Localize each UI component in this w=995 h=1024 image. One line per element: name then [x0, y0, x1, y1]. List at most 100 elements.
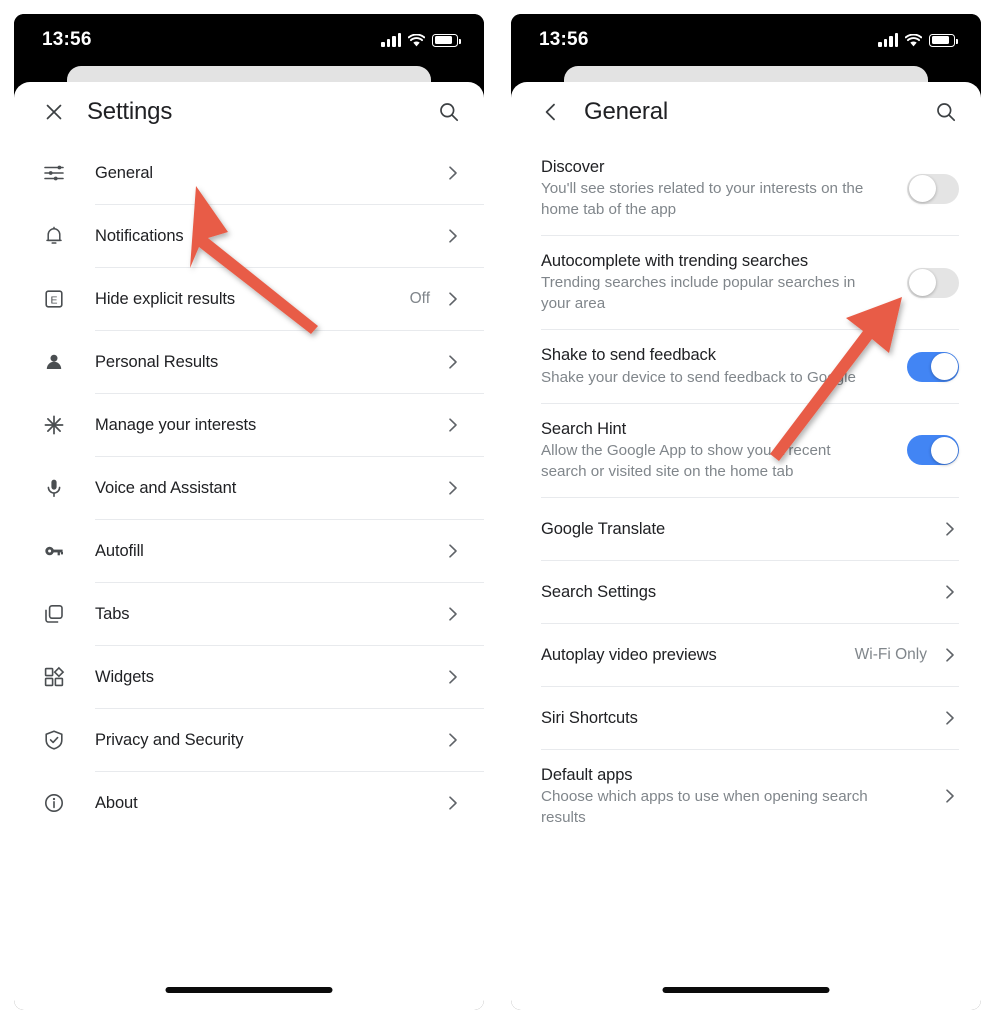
settings-row-value: Off [409, 290, 430, 307]
asterisk-icon [41, 412, 67, 438]
general-row-subtitle: Allow the Google App to show you a recen… [541, 441, 831, 480]
general-row-text: Siri Shortcuts [541, 707, 927, 729]
bell-icon [41, 223, 67, 249]
general-row-text: Shake to send feedback Shake your device… [541, 344, 907, 388]
battery-icon [929, 33, 958, 47]
general-row-title: Autocomplete with trending searches [541, 252, 809, 271]
chevron-right-icon [444, 605, 462, 623]
general-row-search-settings[interactable]: Search Settings [511, 561, 981, 623]
chevron-right-icon [941, 787, 959, 805]
settings-row-label: Personal Results [95, 352, 219, 371]
toggle-knob [908, 175, 936, 203]
status-bar-left: 13:56 [14, 14, 484, 66]
general-row-text: Autocomplete with trending searches Tren… [541, 250, 907, 315]
home-indicator [662, 987, 830, 993]
general-row-shake-to-send-feedback[interactable]: Shake to send feedback Shake your device… [511, 330, 981, 402]
chevron-right-icon [444, 290, 462, 308]
shield-check-icon [41, 727, 67, 753]
phone-left: 13:56 Settings General Notifications E H… [14, 14, 484, 1010]
settings-row-privacy-and-security[interactable]: Privacy and Security [14, 709, 484, 771]
general-row-title: Siri Shortcuts [541, 708, 638, 727]
search-icon[interactable] [436, 99, 462, 125]
settings-row-label: Hide explicit results [95, 289, 236, 308]
general-row-default-apps[interactable]: Default apps Choose which apps to use wh… [511, 750, 981, 843]
general-row-text: Search Hint Allow the Google App to show… [541, 418, 907, 483]
settings-row-manage-your-interests[interactable]: Manage your interests [14, 394, 484, 456]
toggle-knob [930, 353, 958, 381]
toggle-autocomplete-with-trending-searches[interactable] [907, 267, 959, 298]
general-row-subtitle: Choose which apps to use when opening se… [541, 788, 868, 827]
general-row-subtitle: Shake your device to send feedback to Go… [541, 368, 856, 386]
settings-row-widgets[interactable]: Widgets [14, 646, 484, 708]
cellular-bars-icon [381, 33, 401, 47]
chevron-right-icon [941, 583, 959, 601]
settings-row-voice-and-assistant[interactable]: Voice and Assistant [14, 457, 484, 519]
general-row-title: Default apps [541, 765, 633, 784]
general-row-google-translate[interactable]: Google Translate [511, 498, 981, 560]
settings-row-label: Manage your interests [95, 415, 257, 434]
chevron-right-icon [941, 520, 959, 538]
chevron-right-icon [941, 709, 959, 727]
general-row-value: Wi-Fi Only [854, 645, 927, 663]
status-time: 13:56 [42, 29, 92, 50]
general-row-title: Autoplay video previews [541, 645, 717, 664]
chevron-left-icon[interactable] [538, 99, 564, 125]
general-row-autoplay-video-previews[interactable]: Autoplay video previews Wi-Fi Only [511, 624, 981, 686]
chevron-right-icon [444, 542, 462, 560]
general-list: Discover You'll see stories related to y… [511, 142, 981, 843]
home-indicator [165, 987, 333, 993]
settings-row-general[interactable]: General [14, 142, 484, 204]
chevron-right-icon [444, 353, 462, 371]
settings-row-tabs[interactable]: Tabs [14, 583, 484, 645]
general-row-siri-shortcuts[interactable]: Siri Shortcuts [511, 687, 981, 749]
general-row-subtitle: You'll see stories related to your inter… [541, 180, 864, 219]
tabs-icon [41, 601, 67, 627]
chevron-right-icon [444, 794, 462, 812]
toggle-shake-to-send-feedback[interactable] [907, 351, 959, 382]
status-bar-right: 13:56 [511, 14, 981, 66]
settings-row-label: Autofill [95, 541, 144, 560]
search-icon[interactable] [933, 99, 959, 125]
settings-row-about[interactable]: About [14, 772, 484, 834]
general-row-text: Search Settings [541, 581, 927, 603]
general-row-title: Discover [541, 158, 605, 176]
general-row-text: Google Translate [541, 518, 927, 540]
settings-row-personal-results[interactable]: Personal Results [14, 331, 484, 393]
key-icon [41, 538, 67, 564]
wifi-icon [408, 33, 425, 46]
chevron-right-icon [444, 668, 462, 686]
settings-row-label: Notifications [95, 226, 184, 245]
general-row-title: Search Settings [541, 582, 656, 601]
general-sheet: General Discover You'll see stories rela… [511, 82, 981, 1010]
settings-appbar: Settings [14, 82, 484, 142]
general-row-text: Default apps Choose which apps to use wh… [541, 764, 927, 829]
chevron-right-icon [444, 416, 462, 434]
general-row-text: Autoplay video previews [541, 644, 855, 666]
widgets-icon [41, 664, 67, 690]
page-title: General [584, 98, 668, 125]
general-row-autocomplete-with-trending-searches[interactable]: Autocomplete with trending searches Tren… [511, 236, 981, 329]
general-row-discover[interactable]: Discover You'll see stories related to y… [511, 142, 981, 235]
settings-list: General Notifications E Hide explicit re… [14, 142, 484, 834]
chevron-right-icon [444, 731, 462, 749]
general-row-title: Shake to send feedback [541, 346, 716, 365]
close-icon[interactable] [41, 99, 67, 125]
general-row-search-hint[interactable]: Search Hint Allow the Google App to show… [511, 404, 981, 497]
general-row-title: Search Hint [541, 419, 627, 438]
chevron-right-icon [444, 479, 462, 497]
status-indicators [381, 33, 461, 47]
general-appbar: General [511, 82, 981, 142]
general-row-text: Discover You'll see stories related to y… [541, 156, 907, 221]
microphone-icon [41, 475, 67, 501]
toggle-knob [908, 269, 936, 297]
toggle-discover[interactable] [907, 173, 959, 204]
general-row-title: Google Translate [541, 519, 666, 538]
settings-sheet: Settings General Notifications E Hide ex… [14, 82, 484, 1010]
toggle-search-hint[interactable] [907, 435, 959, 466]
settings-row-hide-explicit-results[interactable]: E Hide explicit results Off [14, 268, 484, 330]
settings-row-notifications[interactable]: Notifications [14, 205, 484, 267]
info-circle-icon [41, 790, 67, 816]
settings-row-autofill[interactable]: Autofill [14, 520, 484, 582]
settings-row-label: Tabs [95, 604, 130, 623]
person-icon [41, 349, 67, 375]
